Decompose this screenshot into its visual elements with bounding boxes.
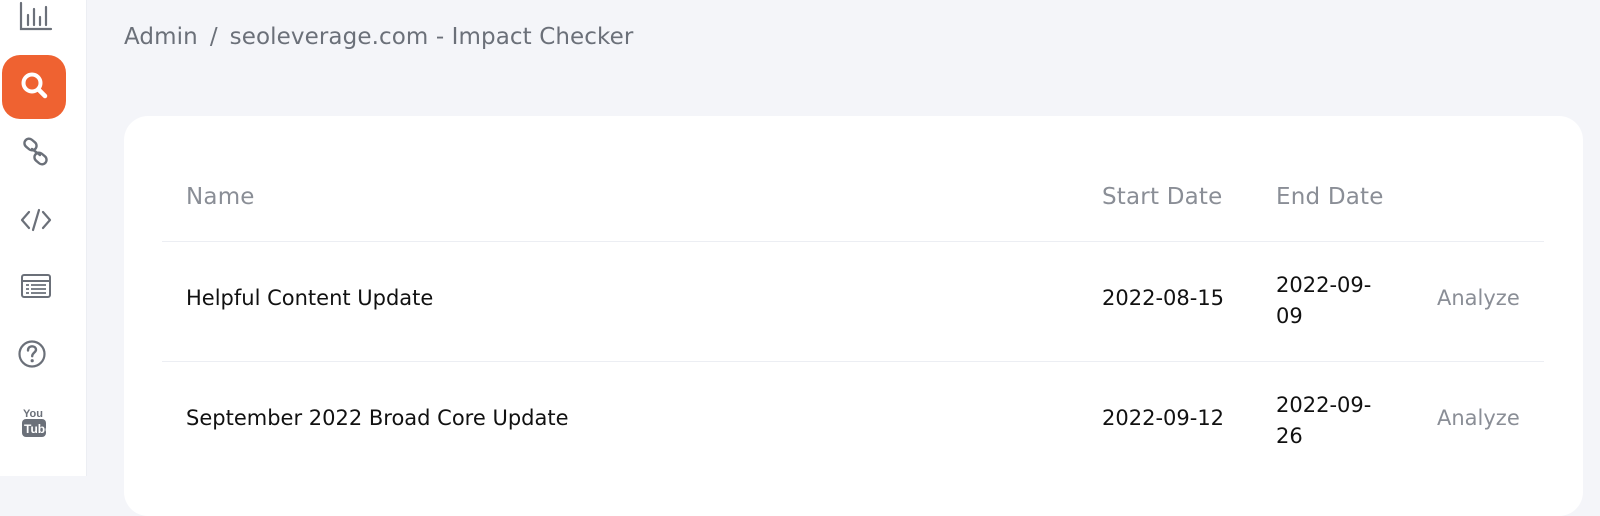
sidebar-item-videos[interactable]: You Tube	[16, 404, 52, 440]
row-name: September 2022 Broad Core Update	[186, 406, 569, 430]
row-end-date: 2022-09-26	[1276, 393, 1372, 448]
sidebar: You Tube	[0, 0, 87, 476]
updates-table-card: Name Start Date End Date Helpful Content…	[124, 116, 1583, 516]
row-end-date: 2022-09-09	[1276, 273, 1372, 328]
sidebar-item-code[interactable]	[18, 202, 54, 238]
breadcrumb: Admin / seoleverage.com - Impact Checker	[124, 24, 633, 50]
row-start-date: 2022-09-12	[1102, 406, 1225, 430]
bar-chart-icon	[19, 1, 53, 31]
sidebar-item-reports[interactable]	[18, 268, 54, 304]
row-start-date: 2022-08-15	[1102, 286, 1225, 310]
youtube-icon: You Tube	[19, 405, 49, 439]
help-icon	[16, 338, 48, 370]
link-icon	[21, 137, 51, 167]
column-header-name: Name	[186, 184, 255, 210]
svg-text:Tube: Tube	[24, 422, 49, 436]
table-divider	[162, 361, 1544, 362]
sidebar-item-impact-checker[interactable]	[2, 55, 66, 119]
table-divider	[162, 241, 1544, 242]
breadcrumb-root[interactable]: Admin	[124, 24, 198, 50]
breadcrumb-current: seoleverage.com - Impact Checker	[229, 24, 634, 50]
breadcrumb-separator: /	[209, 24, 218, 50]
sidebar-item-help[interactable]	[14, 336, 50, 372]
sidebar-item-links[interactable]	[18, 134, 54, 170]
svg-text:You: You	[23, 408, 43, 420]
search-icon	[19, 70, 49, 104]
column-header-start-date: Start Date	[1102, 184, 1223, 210]
analyze-button[interactable]: Analyze	[1437, 406, 1520, 430]
sidebar-item-analytics[interactable]	[18, 0, 54, 34]
row-name: Helpful Content Update	[186, 286, 434, 310]
column-header-end-date: End Date	[1276, 184, 1384, 210]
analyze-button[interactable]: Analyze	[1437, 286, 1520, 310]
code-icon	[19, 207, 53, 233]
list-window-icon	[20, 273, 52, 299]
